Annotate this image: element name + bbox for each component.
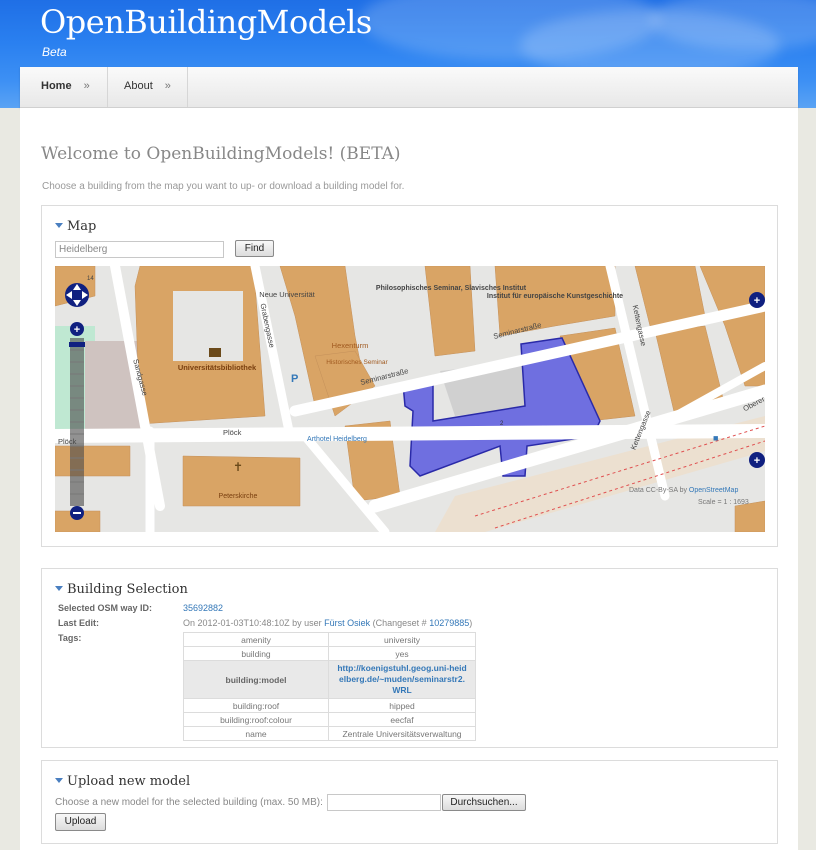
nav-separator: » — [83, 80, 90, 92]
location-search-input[interactable] — [55, 241, 224, 258]
map-panel: Map Find — [41, 205, 778, 547]
page-title: Welcome to OpenBuildingModels! (BETA) — [41, 144, 401, 164]
last-edit-label: Last Edit: — [58, 618, 100, 628]
tag-row: building:roof hipped — [183, 698, 476, 713]
map-attribution: Data CC-By-SA by OpenStreetMap — [629, 487, 738, 494]
building-selection-panel: Building Selection Selected OSM way ID: … — [41, 568, 778, 748]
tag-value: eecfaf — [328, 712, 476, 727]
building-panel-title[interactable]: Building Selection — [55, 582, 188, 597]
edit-user-link[interactable]: Fürst Osiek — [324, 618, 370, 628]
map-scale: Scale = 1 : 1693 — [698, 499, 749, 506]
find-button[interactable]: Find — [235, 240, 274, 257]
browse-button[interactable]: Durchsuchen... — [442, 794, 526, 811]
map-label-historisches: Historisches Seminar — [326, 359, 388, 366]
map-label-arthotel: Arthotel Heidelberg — [307, 436, 367, 443]
tag-row: building yes — [183, 646, 476, 661]
file-path-input[interactable] — [327, 794, 441, 811]
map-label-peterskirche: Peterskirche — [219, 493, 258, 500]
osm-id-label: Selected OSM way ID: — [58, 603, 153, 613]
last-edit-prefix: On 2012-01-03T10:48:10Z by user — [183, 618, 322, 628]
zoom-slider-handle[interactable] — [69, 342, 85, 347]
tag-row: name Zentrale Universitätsverwaltung — [183, 726, 476, 741]
zoom-out-glyph — [73, 512, 81, 514]
model-url-link[interactable]: http://koenigstuhl.geog.uni-heidelberg.d… — [337, 663, 467, 696]
site-subtitle: Beta — [42, 45, 67, 59]
last-edit-value: On 2012-01-03T10:48:10Z by user Fürst Os… — [183, 618, 472, 628]
map-label-ploeck-2: Plöck — [223, 428, 242, 437]
tag-value: yes — [328, 646, 476, 661]
tag-value: university — [328, 632, 476, 647]
tags-label: Tags: — [58, 633, 82, 643]
nav-home-label: Home — [41, 80, 72, 92]
nav-about-label: About — [124, 80, 153, 92]
tag-row: building:roof:colour eecfaf — [183, 712, 476, 727]
parking-icon: P — [291, 373, 298, 385]
main-content: Welcome to OpenBuildingModels! (BETA) Ch… — [20, 108, 798, 850]
tags-table: amenity university building yes building:m… — [183, 632, 476, 741]
library-icon — [209, 348, 221, 357]
tag-key: building:roof:colour — [183, 712, 329, 727]
collapse-triangle-icon — [55, 223, 63, 228]
osm-id-link[interactable]: 35692882 — [183, 603, 223, 613]
collapse-triangle-icon — [55, 586, 63, 591]
map-label-neue-uni: Neue Universität — [259, 290, 315, 299]
tag-key: building:model — [183, 660, 329, 699]
osm-map[interactable]: Neue Universität Philosophisches Seminar… — [55, 266, 765, 532]
intro-text: Choose a building from the map you want … — [42, 181, 405, 192]
upload-button[interactable]: Upload — [55, 813, 106, 831]
upload-panel-title[interactable]: Upload new model — [55, 774, 190, 789]
map-canvas[interactable]: Neue Universität Philosophisches Seminar… — [55, 266, 765, 532]
tag-value: hipped — [328, 698, 476, 713]
nav-home[interactable]: Home » — [20, 67, 108, 107]
map-panel-title-text: Map — [67, 219, 97, 234]
nav-about[interactable]: About » — [107, 67, 188, 107]
upload-panel: Upload new model Choose a new model for … — [41, 760, 778, 844]
tag-key: amenity — [183, 632, 329, 647]
main-nav: Home » About » — [20, 67, 798, 108]
map-label-philosophisches: Philosophisches Seminar, Slavisches Inst… — [376, 285, 527, 292]
map-label-unibib: Universitätsbibliothek — [178, 363, 257, 372]
choose-model-label: Choose a new model for the selected buil… — [55, 797, 323, 808]
changeset-suffix: ) — [469, 618, 473, 628]
map-label-hexenturm: Hexenturm — [332, 341, 369, 350]
changeset-link[interactable]: 10279885 — [429, 618, 469, 628]
changeset-prefix: (Changeset # — [372, 618, 427, 628]
tag-key: building:roof — [183, 698, 329, 713]
site-title: OpenBuildingModels — [40, 3, 372, 41]
plus-icon: + — [754, 295, 760, 307]
nav-separator: » — [164, 80, 171, 92]
courtyard — [173, 291, 243, 361]
tag-key: building — [183, 646, 329, 661]
tag-key: name — [183, 726, 329, 741]
plus-icon: + — [754, 455, 760, 467]
building-panel-title-text: Building Selection — [67, 582, 188, 597]
collapse-triangle-icon — [55, 778, 63, 783]
map-panel-title[interactable]: Map — [55, 219, 96, 234]
tag-row-model: building:model http://koenigstuhl.geog.un… — [183, 660, 476, 699]
bus-icon: ■ — [713, 433, 718, 443]
map-label-europaeische: Institut für europäische Kunstgeschichte — [487, 293, 623, 300]
church-icon: ✝ — [233, 460, 243, 474]
upload-panel-title-text: Upload new model — [67, 774, 191, 789]
tag-row: amenity university — [183, 632, 476, 647]
tag-value: Zentrale Universitätsverwaltung — [328, 726, 476, 741]
zoom-in-glyph: + — [74, 324, 80, 336]
map-label-house-number: 14 — [87, 276, 94, 282]
